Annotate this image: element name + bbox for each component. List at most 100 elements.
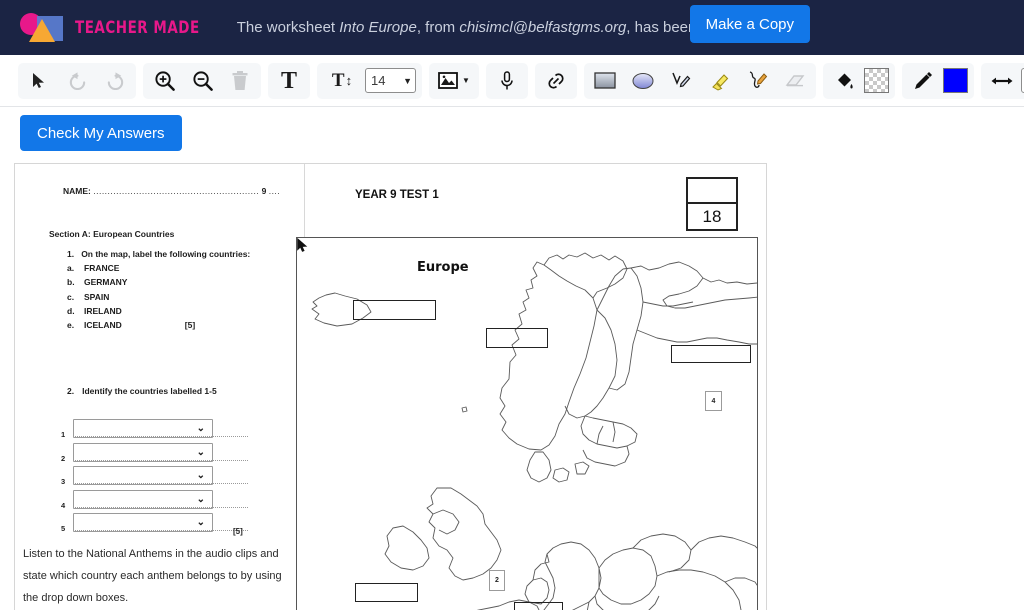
font-size-select[interactable]: 14 ▼	[365, 68, 416, 93]
question-2-text: 2. Identify the countries labelled 1-5	[67, 386, 217, 396]
mark-total-cell: 18	[702, 206, 722, 226]
label-box-germany[interactable]	[514, 602, 563, 610]
dropdown-dotted-line	[73, 506, 248, 508]
toolbar-group-text: T	[268, 62, 310, 99]
item-letter: b.	[67, 277, 75, 288]
listen-instructions: Listen to the National Anthems in the au…	[23, 548, 282, 604]
chevron-down-icon: ⌄	[196, 493, 205, 505]
question-1-prompt: On the map, label the following countrie…	[81, 249, 251, 259]
text-tool-button[interactable]: T	[270, 64, 308, 98]
question-1-country-list: a. FRANCE b. GERMANY c. SPAIN d. IRELAND e. I…	[67, 263, 250, 330]
ellipse-icon[interactable]	[624, 64, 662, 98]
pencil-color-icon[interactable]	[904, 64, 942, 98]
name-year: 9	[261, 186, 267, 196]
highlighter-icon[interactable]	[700, 64, 738, 98]
question-1: 1. On the map, label the following count…	[67, 249, 250, 330]
toolbar-group-stroke	[902, 62, 974, 99]
mark-score-cell	[688, 179, 736, 204]
toolbar-group-zoom	[143, 62, 261, 99]
item-label: SPAIN	[84, 291, 110, 302]
name-label: NAME:	[63, 186, 91, 196]
brand-logo[interactable]: TEACHER MADE	[20, 11, 217, 45]
dropdown-dotted-line	[73, 459, 248, 461]
toolbar-group-audio	[486, 62, 528, 99]
europe-map[interactable]: Europe 4 2	[296, 237, 758, 610]
check-my-answers-button[interactable]: Check My Answers	[20, 115, 182, 151]
app-header-bar: TEACHER MADE The worksheet Into Europe, …	[0, 0, 1024, 55]
item-letter: a.	[67, 263, 75, 274]
trash-icon[interactable]	[221, 64, 259, 98]
curve-pencil-icon[interactable]	[738, 64, 776, 98]
image-icon[interactable]: ▼	[431, 64, 477, 98]
list-item: a. FRANCE	[67, 263, 250, 273]
toolbar-group-image: ▼	[429, 62, 479, 99]
redo-tool-button[interactable]	[96, 64, 134, 98]
undo-tool-button[interactable]	[58, 64, 96, 98]
line-width-icon[interactable]	[983, 64, 1021, 98]
dropdown-index: 4	[61, 500, 66, 510]
fill-bucket-icon[interactable]	[825, 64, 863, 98]
worksheet-title: YEAR 9 TEST 1	[355, 189, 439, 201]
zoom-out-icon[interactable]	[183, 64, 221, 98]
item-label: GERMANY	[84, 277, 128, 288]
share-message: The worksheet Into Europe, from chisimcl…	[237, 19, 751, 36]
label-box-norway-sea[interactable]	[486, 328, 548, 348]
label-box-ireland[interactable]	[355, 583, 418, 602]
fill-color-swatch[interactable]	[864, 68, 889, 93]
question-1-number: 1.	[67, 249, 75, 259]
label-box-finland-right[interactable]	[671, 345, 751, 363]
question-1-text: 1. On the map, label the following count…	[67, 249, 250, 259]
list-item: b. GERMANY	[67, 277, 250, 287]
editor-toolbar: T T ↕ 14 ▼ ▼	[0, 55, 1024, 107]
dropdown-index: 5	[61, 524, 66, 533]
item-marks: [5]	[184, 319, 196, 330]
name-trail-dots: ....	[268, 186, 281, 196]
share-message-prefix: The worksheet	[236, 19, 340, 36]
dropdown-dotted-line	[73, 530, 248, 531]
action-row: Check My Answers	[0, 107, 1024, 159]
item-letter: d.	[67, 305, 75, 316]
question-2-number: 2.	[67, 386, 75, 396]
chevron-down-icon: ⌄	[196, 517, 205, 528]
item-letter: c.	[67, 291, 75, 302]
triangle-shape-icon	[29, 18, 55, 42]
mouse-cursor-icon	[297, 238, 308, 252]
stroke-color-swatch[interactable]	[943, 68, 968, 93]
sender-email: chisimcl@belfastgms.org	[459, 19, 627, 36]
share-message-mid: , from	[416, 19, 460, 36]
toolbar-group-history	[18, 62, 136, 99]
dropdown-index: 2	[61, 453, 66, 463]
rectangle-icon[interactable]	[586, 64, 624, 98]
item-label: ICELAND	[84, 319, 122, 330]
pen-icon[interactable]	[662, 64, 700, 98]
eraser-icon[interactable]	[776, 64, 814, 98]
item-letter: e.	[67, 319, 75, 330]
zoom-in-icon[interactable]	[145, 64, 183, 98]
make-a-copy-button[interactable]: Make a Copy	[689, 5, 810, 43]
link-icon[interactable]	[537, 64, 575, 98]
label-box-iceland[interactable]	[353, 300, 436, 320]
chevron-down-icon: ⌄	[196, 423, 205, 434]
map-outline-graphic	[311, 252, 757, 610]
logo-mark	[20, 11, 66, 45]
mark-total-box: 18	[686, 177, 738, 231]
name-field-line: NAME: ..................................…	[63, 186, 280, 196]
map-marker-2: 2	[489, 570, 505, 591]
name-dots: ........................................…	[93, 186, 260, 196]
toolbar-group-line-width: 2 ▼	[981, 62, 1024, 99]
chevron-down-icon: ▼	[403, 75, 412, 86]
select-tool-button[interactable]	[20, 64, 58, 98]
worksheet-name: Into Europe	[339, 19, 417, 36]
microphone-icon[interactable]	[488, 64, 526, 98]
toolbar-group-fill	[823, 62, 895, 99]
list-item: d. IRELAND	[67, 306, 250, 316]
toolbar-group-font-size: T ↕ 14 ▼	[317, 62, 422, 99]
map-marker-4: 4	[705, 391, 722, 411]
dropdown-index: 3	[61, 477, 66, 486]
question-2-marks: [5]	[233, 527, 243, 536]
item-label: FRANCE	[84, 263, 120, 274]
dropdown-index: 1	[61, 430, 66, 439]
list-item: e. ICELAND [5]	[67, 320, 250, 330]
list-item: c. SPAIN	[67, 292, 250, 302]
font-size-icon[interactable]: T ↕	[319, 64, 365, 98]
